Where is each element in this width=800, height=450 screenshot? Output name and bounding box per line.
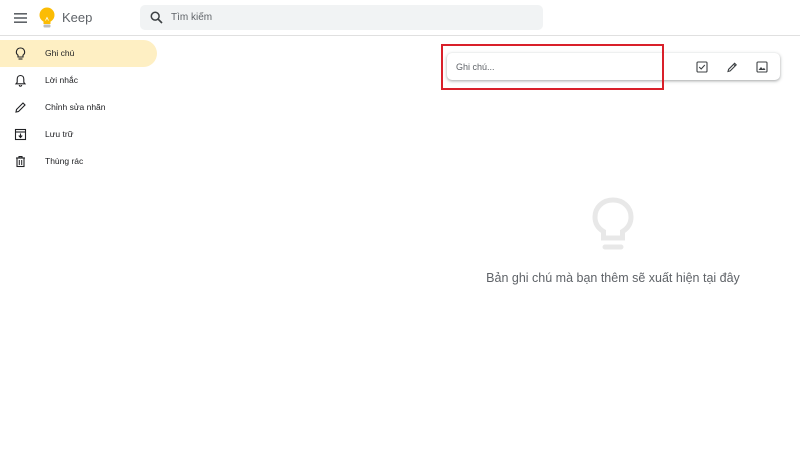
app-header: Keep [0,0,800,36]
new-drawing-button[interactable] [725,60,738,73]
sidebar-nav: Ghi chú Lời nhắc Chỉnh sửa nhãn Lưu trữ … [0,40,160,175]
search-input[interactable] [171,5,531,30]
app-title: Keep [62,10,93,25]
hamburger-icon [13,13,27,23]
checkbox-icon [695,60,708,73]
bell-icon [14,74,27,87]
sidebar-item-label: Lưu trữ [45,129,74,139]
main-menu-button[interactable] [9,7,31,29]
new-image-note-button[interactable] [755,60,768,73]
pencil-icon [15,102,26,113]
archive-icon [14,128,27,141]
lightbulb-icon [15,47,26,60]
search-icon[interactable] [150,11,163,24]
sidebar-item-label: Lời nhắc [45,75,78,85]
sidebar-item-label: Thùng rác [45,156,84,166]
sidebar-item-label: Chỉnh sửa nhãn [45,102,106,112]
new-list-button[interactable] [695,60,708,73]
highlight-annotation [441,44,664,90]
sidebar-item-reminders[interactable]: Lời nhắc [0,67,157,94]
brush-icon [726,62,737,72]
keep-logo-icon [39,7,55,28]
lightbulb-icon [592,197,634,250]
sidebar-item-label: Ghi chú [45,48,75,58]
sidebar-item-notes[interactable]: Ghi chú [0,40,157,67]
trash-icon [16,156,25,168]
empty-state-message: Bản ghi chú mà bạn thêm sẽ xuất hiện tại… [486,271,740,285]
image-icon [755,60,768,73]
search-bar[interactable] [140,5,543,30]
sidebar-item-trash[interactable]: Thùng rác [0,148,157,175]
sidebar-item-archive[interactable]: Lưu trữ [0,121,157,148]
sidebar-item-edit-labels[interactable]: Chỉnh sửa nhãn [0,94,157,121]
